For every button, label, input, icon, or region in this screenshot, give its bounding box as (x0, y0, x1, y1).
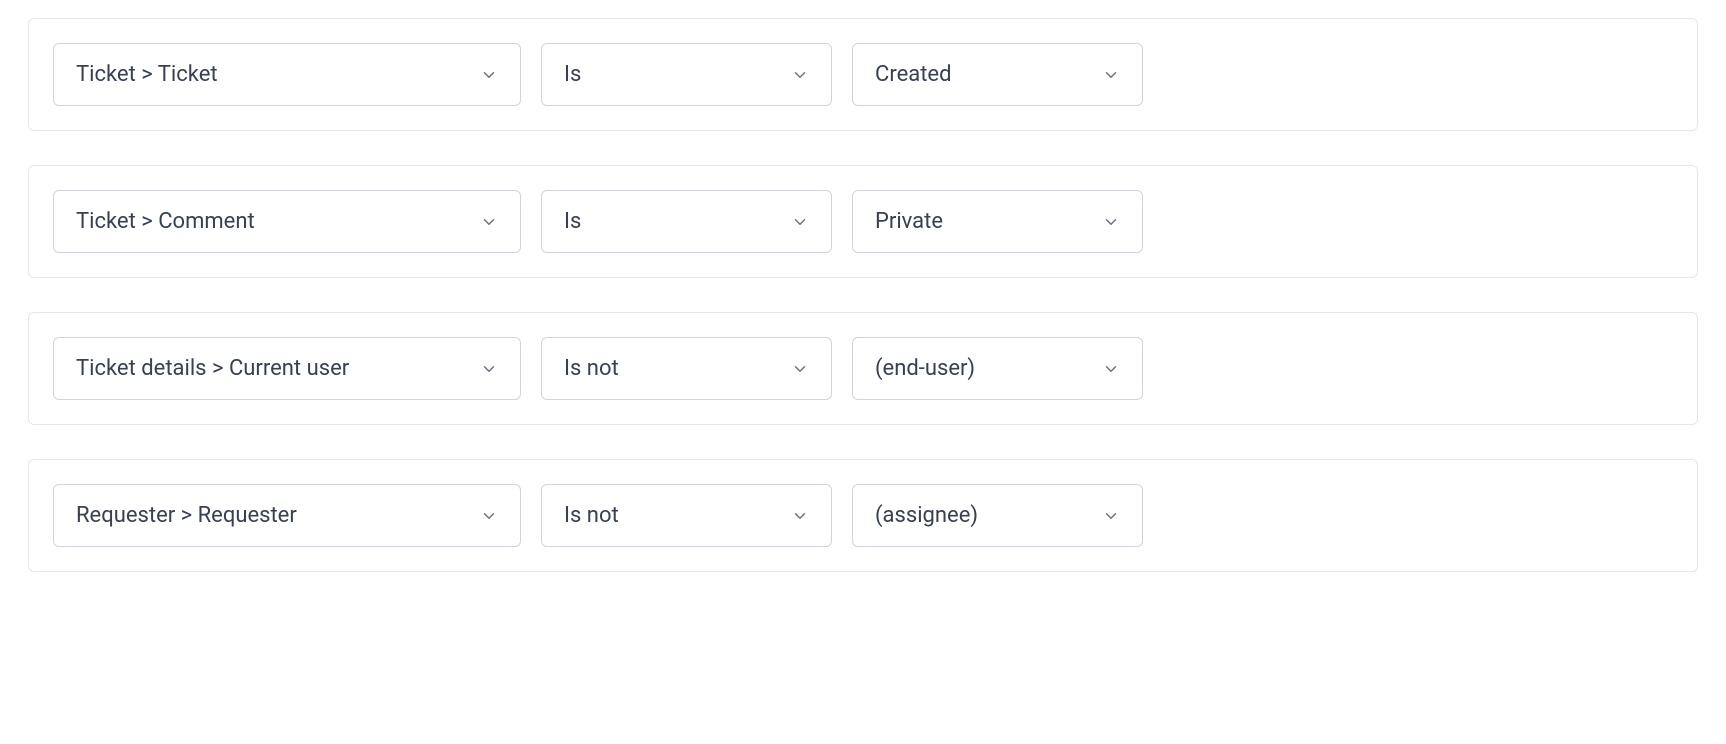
operator-label: Is (564, 62, 581, 87)
category-dropdown[interactable]: Ticket details > Current user (53, 337, 521, 400)
operator-dropdown[interactable]: Is (541, 190, 832, 253)
chevron-down-icon (1102, 360, 1120, 378)
chevron-down-icon (480, 213, 498, 231)
operator-label: Is not (564, 503, 619, 528)
value-dropdown[interactable]: Created (852, 43, 1143, 106)
category-dropdown[interactable]: Ticket > Ticket (53, 43, 521, 106)
category-label: Ticket details > Current user (76, 356, 349, 381)
operator-label: Is (564, 209, 581, 234)
chevron-down-icon (791, 66, 809, 84)
chevron-down-icon (480, 507, 498, 525)
value-label: (assignee) (875, 503, 978, 528)
operator-dropdown[interactable]: Is not (541, 337, 832, 400)
operator-label: Is not (564, 356, 619, 381)
chevron-down-icon (791, 507, 809, 525)
condition-row: Ticket > Comment Is Private (28, 165, 1698, 278)
chevron-down-icon (791, 360, 809, 378)
category-dropdown[interactable]: Requester > Requester (53, 484, 521, 547)
operator-dropdown[interactable]: Is (541, 43, 832, 106)
chevron-down-icon (480, 360, 498, 378)
value-label: Created (875, 62, 951, 87)
chevron-down-icon (480, 66, 498, 84)
value-label: (end-user) (875, 356, 975, 381)
value-label: Private (875, 209, 943, 234)
category-label: Requester > Requester (76, 503, 297, 528)
chevron-down-icon (1102, 66, 1120, 84)
condition-row: Ticket > Ticket Is Created (28, 18, 1698, 131)
chevron-down-icon (791, 213, 809, 231)
category-label: Ticket > Ticket (76, 62, 218, 87)
value-dropdown[interactable]: (end-user) (852, 337, 1143, 400)
chevron-down-icon (1102, 213, 1120, 231)
condition-row: Ticket details > Current user Is not (en… (28, 312, 1698, 425)
value-dropdown[interactable]: Private (852, 190, 1143, 253)
operator-dropdown[interactable]: Is not (541, 484, 832, 547)
value-dropdown[interactable]: (assignee) (852, 484, 1143, 547)
chevron-down-icon (1102, 507, 1120, 525)
category-dropdown[interactable]: Ticket > Comment (53, 190, 521, 253)
category-label: Ticket > Comment (76, 209, 255, 234)
condition-row: Requester > Requester Is not (assignee) (28, 459, 1698, 572)
